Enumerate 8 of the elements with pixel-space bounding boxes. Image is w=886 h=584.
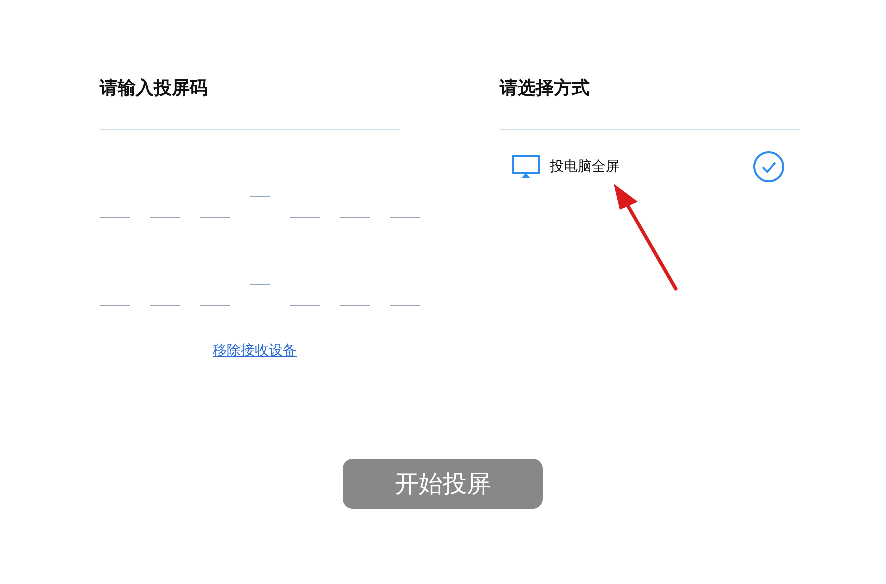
separator-dash <box>250 196 270 197</box>
mode-option[interactable]: 投电脑全屏 <box>500 130 800 183</box>
separator-dash <box>250 284 270 285</box>
start-casting-button[interactable]: 开始投屏 <box>343 459 543 509</box>
section-title: 请输入投屏码 <box>100 77 209 101</box>
section-title: 请选择方式 <box>500 77 591 101</box>
remove-device-link[interactable]: 移除接收设备 <box>213 343 297 359</box>
monitor-icon <box>512 155 540 179</box>
